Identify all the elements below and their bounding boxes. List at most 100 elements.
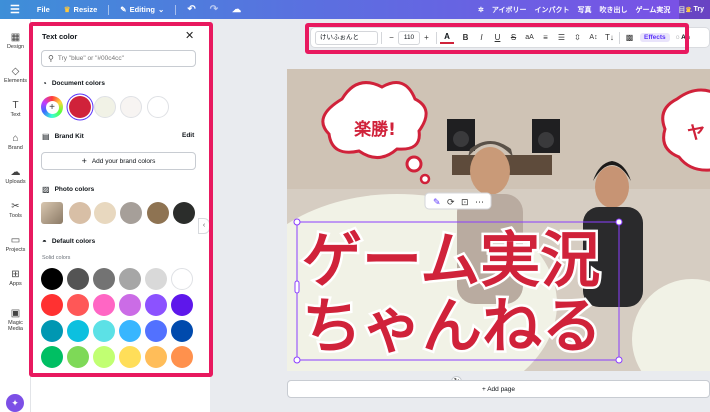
photo-color-swatch[interactable]: [173, 202, 195, 224]
try-pro-button[interactable]: ♛ Try: [679, 0, 710, 19]
rail-item-projects[interactable]: ▭ Projects: [0, 235, 31, 253]
rail-label: Brand: [8, 145, 23, 151]
rail-item-uploads[interactable]: ☁ Uploads: [0, 167, 31, 185]
solid-color-swatch[interactable]: [119, 294, 141, 316]
solid-color-swatch[interactable]: [67, 320, 89, 342]
bold-icon[interactable]: B: [459, 33, 472, 42]
line-spacing-icon[interactable]: ⇳: [571, 33, 584, 42]
letter-case-icon[interactable]: aA: [523, 34, 536, 41]
rail-item-magic-media[interactable]: ▣ Magic Media: [0, 308, 31, 332]
photo-color-swatch[interactable]: [120, 202, 142, 224]
document-color-swatch[interactable]: [94, 96, 116, 118]
solid-color-swatch[interactable]: [171, 268, 193, 290]
undo-icon[interactable]: ↶: [180, 4, 202, 15]
underline-icon[interactable]: U: [491, 33, 504, 42]
lock-icon[interactable]: ⊡: [461, 198, 469, 208]
photo-color-swatch[interactable]: [94, 202, 116, 224]
solid-color-swatch[interactable]: [171, 346, 193, 368]
solid-color-swatch[interactable]: [93, 320, 115, 342]
brand-kit-edit-link[interactable]: Edit: [182, 132, 194, 139]
strikethrough-icon[interactable]: S: [507, 33, 520, 42]
solid-color-swatch[interactable]: [119, 320, 141, 342]
transparency-icon[interactable]: ▩: [623, 33, 636, 42]
solid-color-swatch[interactable]: [41, 268, 63, 290]
rail-label: Design: [6, 44, 25, 50]
solid-color-swatch[interactable]: [145, 320, 167, 342]
title-word-4: 吹き出し: [599, 6, 628, 14]
rail-item-elements[interactable]: ◇ Elements: [0, 66, 31, 84]
solid-color-swatch[interactable]: [67, 268, 89, 290]
solid-color-swatch[interactable]: [145, 346, 167, 368]
document-color-swatch[interactable]: [147, 96, 169, 118]
font-size-input[interactable]: 110: [398, 30, 420, 45]
color-search-field[interactable]: ⚲: [41, 50, 196, 67]
editing-mode-button[interactable]: ✎ Editing ⌄: [113, 5, 171, 14]
rail-item-apps[interactable]: ⊞ Apps: [0, 269, 31, 287]
vertical-text-icon[interactable]: T↓: [603, 33, 616, 42]
increase-size-button[interactable]: +: [420, 33, 433, 42]
rail-item-design[interactable]: ▦ Design: [0, 32, 31, 50]
brand-kit-icon: ▤: [42, 132, 50, 141]
menu-icon[interactable]: ☰: [0, 3, 30, 16]
comment-icon[interactable]: ⟳: [447, 198, 455, 208]
magic-media-icon: ▣: [10, 308, 21, 319]
photo-thumbnail[interactable]: [41, 202, 63, 224]
resize-handle[interactable]: [293, 356, 301, 364]
solid-color-swatch[interactable]: [93, 346, 115, 368]
magic-sparkle-icon[interactable]: ✦: [6, 394, 24, 412]
thumbnail-artwork: 楽勝! ヤ ゲーム実況 ちゃんねる ✎ ⟳ ⊡ ⋯: [287, 69, 710, 371]
resize-button[interactable]: ♛ Resize: [57, 5, 105, 14]
solid-color-swatch[interactable]: [145, 268, 167, 290]
solid-color-swatch[interactable]: [171, 294, 193, 316]
solid-color-swatch[interactable]: [145, 294, 167, 316]
add-brand-colors-button[interactable]: + Add your brand colors: [41, 152, 196, 170]
solid-color-swatch[interactable]: [119, 346, 141, 368]
close-icon[interactable]: ✕: [185, 29, 194, 42]
title-word-2: インパクト: [534, 6, 570, 14]
photo-color-swatch[interactable]: [69, 202, 91, 224]
resize-handle[interactable]: [615, 356, 623, 364]
solid-color-swatch[interactable]: [93, 268, 115, 290]
redo-icon[interactable]: ↷: [203, 4, 225, 15]
add-color-button[interactable]: +: [41, 96, 63, 118]
solid-color-swatch[interactable]: [93, 294, 115, 316]
rail-item-tools[interactable]: ✂ Tools: [0, 201, 31, 219]
font-family-dropdown[interactable]: けいふぉんと: [315, 30, 378, 45]
magic-edit-icon[interactable]: ✎: [433, 198, 441, 208]
photo-color-swatch[interactable]: [147, 202, 169, 224]
person-left-face: [470, 147, 510, 195]
design-canvas[interactable]: 楽勝! ヤ ゲーム実況 ちゃんねる ✎ ⟳ ⊡ ⋯: [287, 69, 710, 371]
color-search-input[interactable]: [57, 55, 183, 62]
italic-icon[interactable]: I: [475, 33, 488, 42]
solid-color-swatch[interactable]: [171, 320, 193, 342]
solid-color-swatch[interactable]: [41, 294, 63, 316]
solid-color-swatch[interactable]: [67, 346, 89, 368]
solid-color-swatch[interactable]: [41, 346, 63, 368]
side-handle[interactable]: [294, 280, 300, 294]
text-color-icon[interactable]: A: [440, 32, 454, 44]
collapse-panel-chevron-icon[interactable]: ‹: [198, 218, 210, 234]
resize-handle[interactable]: [293, 218, 301, 226]
decrease-size-button[interactable]: −: [385, 33, 398, 42]
crown-icon: ♛: [63, 5, 71, 14]
more-options-icon[interactable]: ⋯: [475, 198, 484, 208]
solid-color-swatch[interactable]: [67, 294, 89, 316]
resize-handle[interactable]: [615, 218, 623, 226]
effects-button[interactable]: Effects: [640, 33, 670, 42]
solid-color-swatch[interactable]: [41, 320, 63, 342]
document-color-swatch[interactable]: [69, 96, 91, 118]
file-menu[interactable]: File: [30, 5, 57, 14]
rail-item-brand[interactable]: ⌂ Brand: [0, 133, 31, 151]
text-direction-icon[interactable]: A↕: [587, 34, 600, 41]
align-center-icon[interactable]: ≡: [539, 33, 552, 42]
title-word-1: アイボリー: [491, 6, 527, 14]
add-page-button[interactable]: + Add page: [287, 380, 710, 398]
cloud-save-icon[interactable]: ☁: [225, 4, 248, 15]
document-color-swatch[interactable]: [120, 96, 142, 118]
design-title-breadcrumb[interactable]: ✲ アイボリー インパクト 写真 吹き出し ゲーム実況 目…: [478, 0, 692, 19]
solid-color-swatch[interactable]: [119, 268, 141, 290]
animate-button[interactable]: ◌ An: [676, 34, 690, 41]
rail-item-text[interactable]: T Text: [0, 100, 31, 118]
paint-drop-icon: ◓: [42, 237, 47, 246]
bulleted-list-icon[interactable]: ☰: [555, 33, 568, 42]
